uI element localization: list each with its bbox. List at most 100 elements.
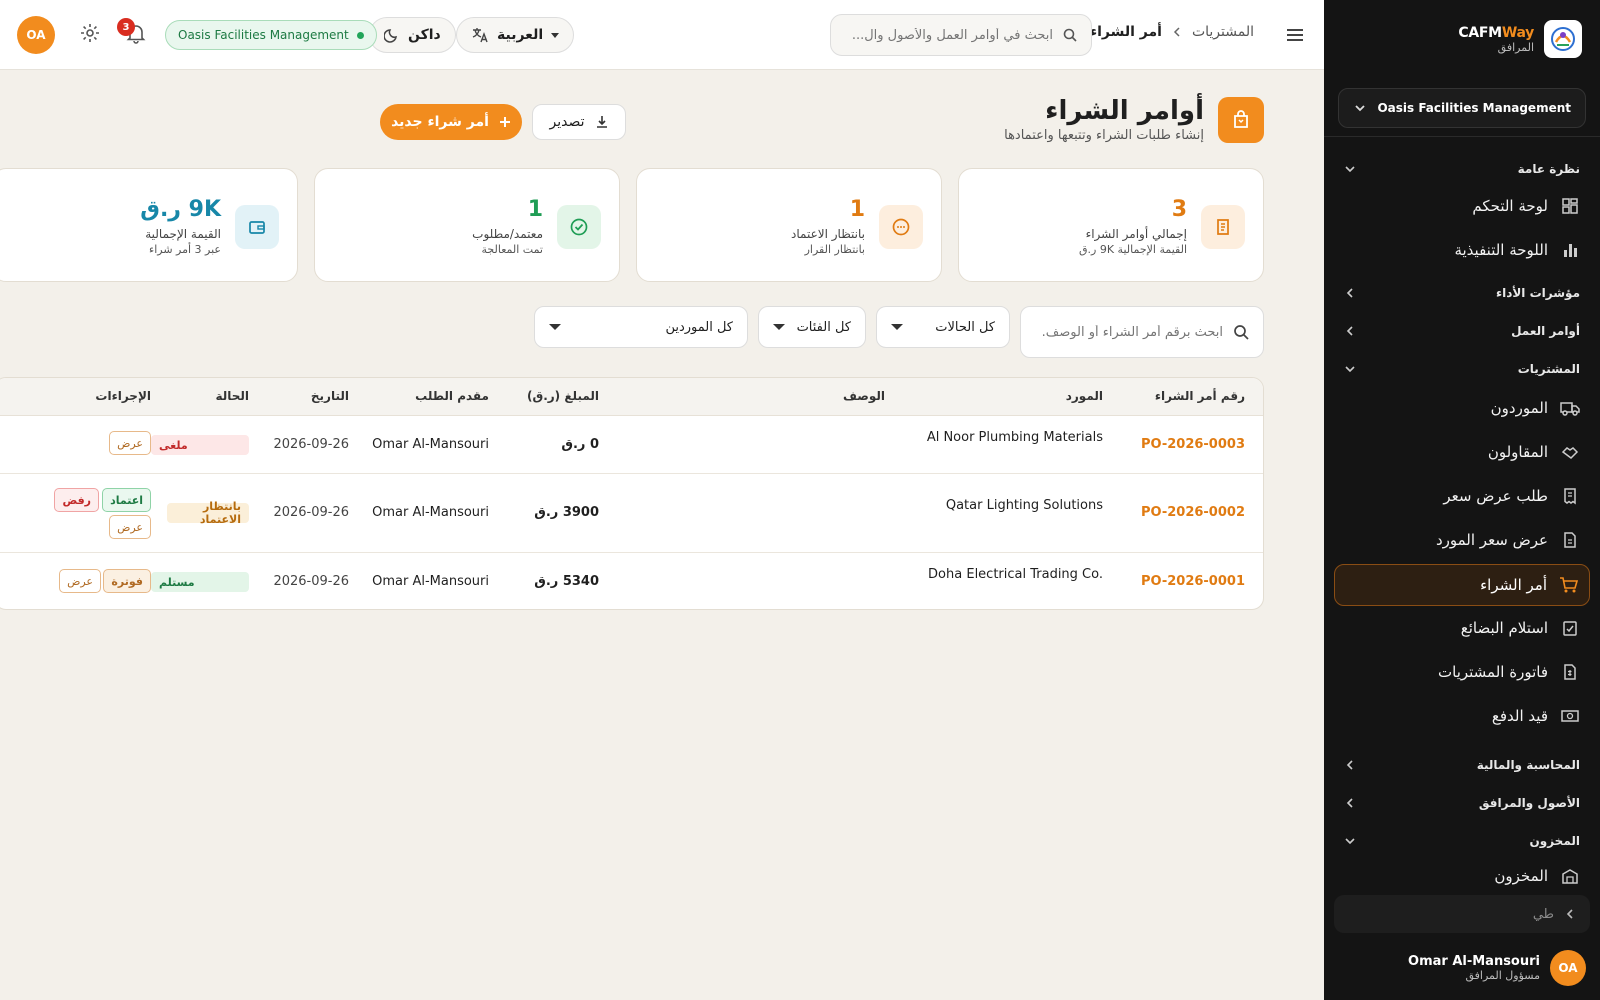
kpi-value: 9K ر.ق [140, 197, 221, 222]
po-number[interactable]: PO-2026-0003 [1141, 437, 1245, 452]
caret-down-icon [891, 324, 903, 330]
new-purchase-order-button[interactable]: أمر شراء جديد [380, 104, 522, 140]
po-number[interactable]: PO-2026-0002 [1141, 505, 1245, 520]
table-row[interactable]: PO-2026-0002 Qatar Lighting Solutions 39… [0, 474, 1263, 553]
sidebar-section-inventory[interactable]: المخزون [1344, 834, 1580, 848]
kpi-card-pending: 1 بانتظار الاعتماد بانتظار القرار [636, 168, 942, 282]
sidebar-item-label: اللوحة التنفيذية [1454, 241, 1548, 259]
sidebar-item-label: استلام البضائع [1460, 619, 1548, 637]
column-header-date[interactable]: التاريخ [311, 389, 349, 403]
sidebar-section-overview[interactable]: نظرة عامة [1344, 162, 1580, 176]
vendor-filter[interactable]: كل الموردين [534, 306, 748, 348]
theme-toggle[interactable]: داكن [369, 17, 456, 53]
kpi-subtext: بانتظار القرار [804, 243, 865, 256]
page-header: أوامر الشراء إنشاء طلبات الشراء وتتبعها … [1004, 96, 1264, 143]
sidebar-collapse-button[interactable]: طي [1334, 895, 1590, 933]
warehouse-icon [1560, 866, 1580, 886]
organization-select[interactable]: Oasis Facilities Management [1338, 88, 1586, 128]
reject-button[interactable]: رفض [54, 488, 99, 512]
check-circle-icon [557, 205, 601, 249]
table-row[interactable]: PO-2026-0003 Al Noor Plumbing Materials … [0, 416, 1263, 474]
grid-icon [1560, 196, 1580, 216]
requester: Omar Al-Mansouri [372, 505, 489, 520]
document-icon [1201, 205, 1245, 249]
sidebar-item-dashboard[interactable]: لوحة التحكم [1344, 186, 1580, 226]
organization-select-label: Oasis Facilities Management [1377, 101, 1571, 115]
global-search-input[interactable] [853, 27, 1053, 43]
breadcrumb-parent[interactable]: المشتريات [1192, 24, 1254, 40]
sidebar-item-payment[interactable]: قيد الدفع [1344, 696, 1580, 736]
shopping-bag-icon [1218, 96, 1264, 143]
translate-icon [471, 26, 489, 44]
date: 2026-09-26 [273, 574, 349, 589]
sidebar-item-executive[interactable]: اللوحة التنفيذية [1344, 230, 1580, 270]
po-search-input[interactable] [1043, 324, 1223, 340]
sidebar-item-label: لوحة التحكم [1472, 197, 1548, 215]
breadcrumb-current: أمر الشراء [1089, 24, 1162, 40]
sidebar-section-finance[interactable]: المحاسبة والمالية [1344, 758, 1580, 772]
column-header-amount[interactable]: المبلغ (ر.ق) [527, 389, 599, 403]
export-button[interactable]: تصدير [532, 104, 626, 140]
table-row[interactable]: PO-2026-0001 Doha Electrical Trading Co.… [0, 553, 1263, 609]
date: 2026-09-26 [273, 437, 349, 452]
po-number[interactable]: PO-2026-0001 [1141, 574, 1245, 589]
sidebar-item-purchase-order[interactable]: أمر الشراء [1334, 564, 1590, 606]
status-filter-label: كل الحالات [935, 319, 995, 335]
sidebar-section-work-orders[interactable]: أوامر العمل [1344, 324, 1580, 338]
sidebar-collapse-label: طي [1532, 906, 1554, 922]
kpi-value: 1 [527, 197, 543, 222]
sidebar-item-vendor-quote[interactable]: عرض سعر المورد [1344, 520, 1580, 560]
language-select[interactable]: العربية [456, 17, 575, 53]
header-avatar[interactable]: OA [17, 16, 55, 54]
page-title: أوامر الشراء [1045, 96, 1204, 126]
approve-button[interactable]: اعتماد [102, 488, 151, 512]
kpi-card-value: 9K ر.ق القيمة الإجمالية عبر 3 أمر شراء [0, 168, 298, 282]
sidebar-user[interactable]: OA Omar Al-Mansouri مسؤول المرافق [1408, 950, 1586, 986]
invoice-icon [1560, 662, 1580, 682]
purchase-orders-table: رقم أمر الشراء المورد الوصف المبلغ (ر.ق)… [0, 377, 1264, 610]
pending-icon [879, 205, 923, 249]
menu-icon[interactable] [1284, 24, 1306, 46]
global-search[interactable] [830, 14, 1092, 56]
sidebar-section-label: المشتريات [1517, 362, 1580, 376]
sidebar-section-procurement[interactable]: المشتريات [1344, 362, 1580, 376]
sidebar-item-goods-receipt[interactable]: استلام البضائع [1344, 608, 1580, 648]
sidebar-item-inventory[interactable]: المخزون [1344, 858, 1580, 894]
column-header-description[interactable]: الوصف [843, 389, 885, 403]
sidebar-section-assets[interactable]: الأصول والمرافق [1344, 796, 1580, 810]
view-button[interactable]: عرض [109, 431, 151, 455]
table-header: رقم أمر الشراء المورد الوصف المبلغ (ر.ق)… [0, 378, 1263, 416]
clipboard-check-icon [1560, 618, 1580, 638]
column-header-vendor[interactable]: المورد [1066, 389, 1103, 403]
brand[interactable]: CAFMWay المرافق [1458, 20, 1582, 58]
sidebar-section-label: نظرة عامة [1517, 162, 1580, 176]
download-icon [595, 115, 609, 129]
view-button[interactable]: عرض [109, 515, 151, 539]
column-header-po-number[interactable]: رقم أمر الشراء [1155, 389, 1245, 403]
search-icon [1233, 324, 1249, 340]
sidebar-item-label: الموردون [1490, 399, 1548, 417]
organization-badge-label: Oasis Facilities Management [178, 28, 349, 42]
column-header-status[interactable]: الحالة [215, 389, 249, 403]
view-button[interactable]: عرض [59, 569, 101, 593]
sidebar-section-label: الأصول والمرافق [1478, 796, 1580, 810]
status-filter[interactable]: كل الحالات [876, 306, 1010, 348]
category-filter[interactable]: كل الفئات [758, 306, 866, 348]
avatar: OA [1550, 950, 1586, 986]
chevron-left-icon [1564, 908, 1576, 920]
invoice-button[interactable]: فوترة [103, 569, 151, 593]
sidebar-section-kpis[interactable]: مؤشرات الأداء [1344, 286, 1580, 300]
column-header-requester[interactable]: مقدم الطلب [415, 389, 489, 403]
sidebar-item-label: عرض سعر المورد [1435, 531, 1548, 549]
po-search[interactable] [1020, 306, 1264, 358]
organization-badge[interactable]: Oasis Facilities Management [165, 20, 377, 50]
sidebar-item-contractors[interactable]: المقاولون [1344, 432, 1580, 472]
kpi-subtext: القيمة الإجمالية 9K ر.ق [1078, 243, 1187, 256]
page-subtitle: إنشاء طلبات الشراء وتتبعها واعتمادها [1004, 128, 1204, 143]
sidebar-item-purchase-invoice[interactable]: فاتورة المشتريات [1344, 652, 1580, 692]
sidebar-item-vendors[interactable]: الموردون [1344, 388, 1580, 428]
sidebar-item-rfq[interactable]: طلب عرض سعر [1344, 476, 1580, 516]
gear-icon[interactable] [75, 22, 101, 48]
vendor-name: Doha Electrical Trading Co. [928, 567, 1103, 582]
chevron-left-icon [1344, 759, 1356, 771]
